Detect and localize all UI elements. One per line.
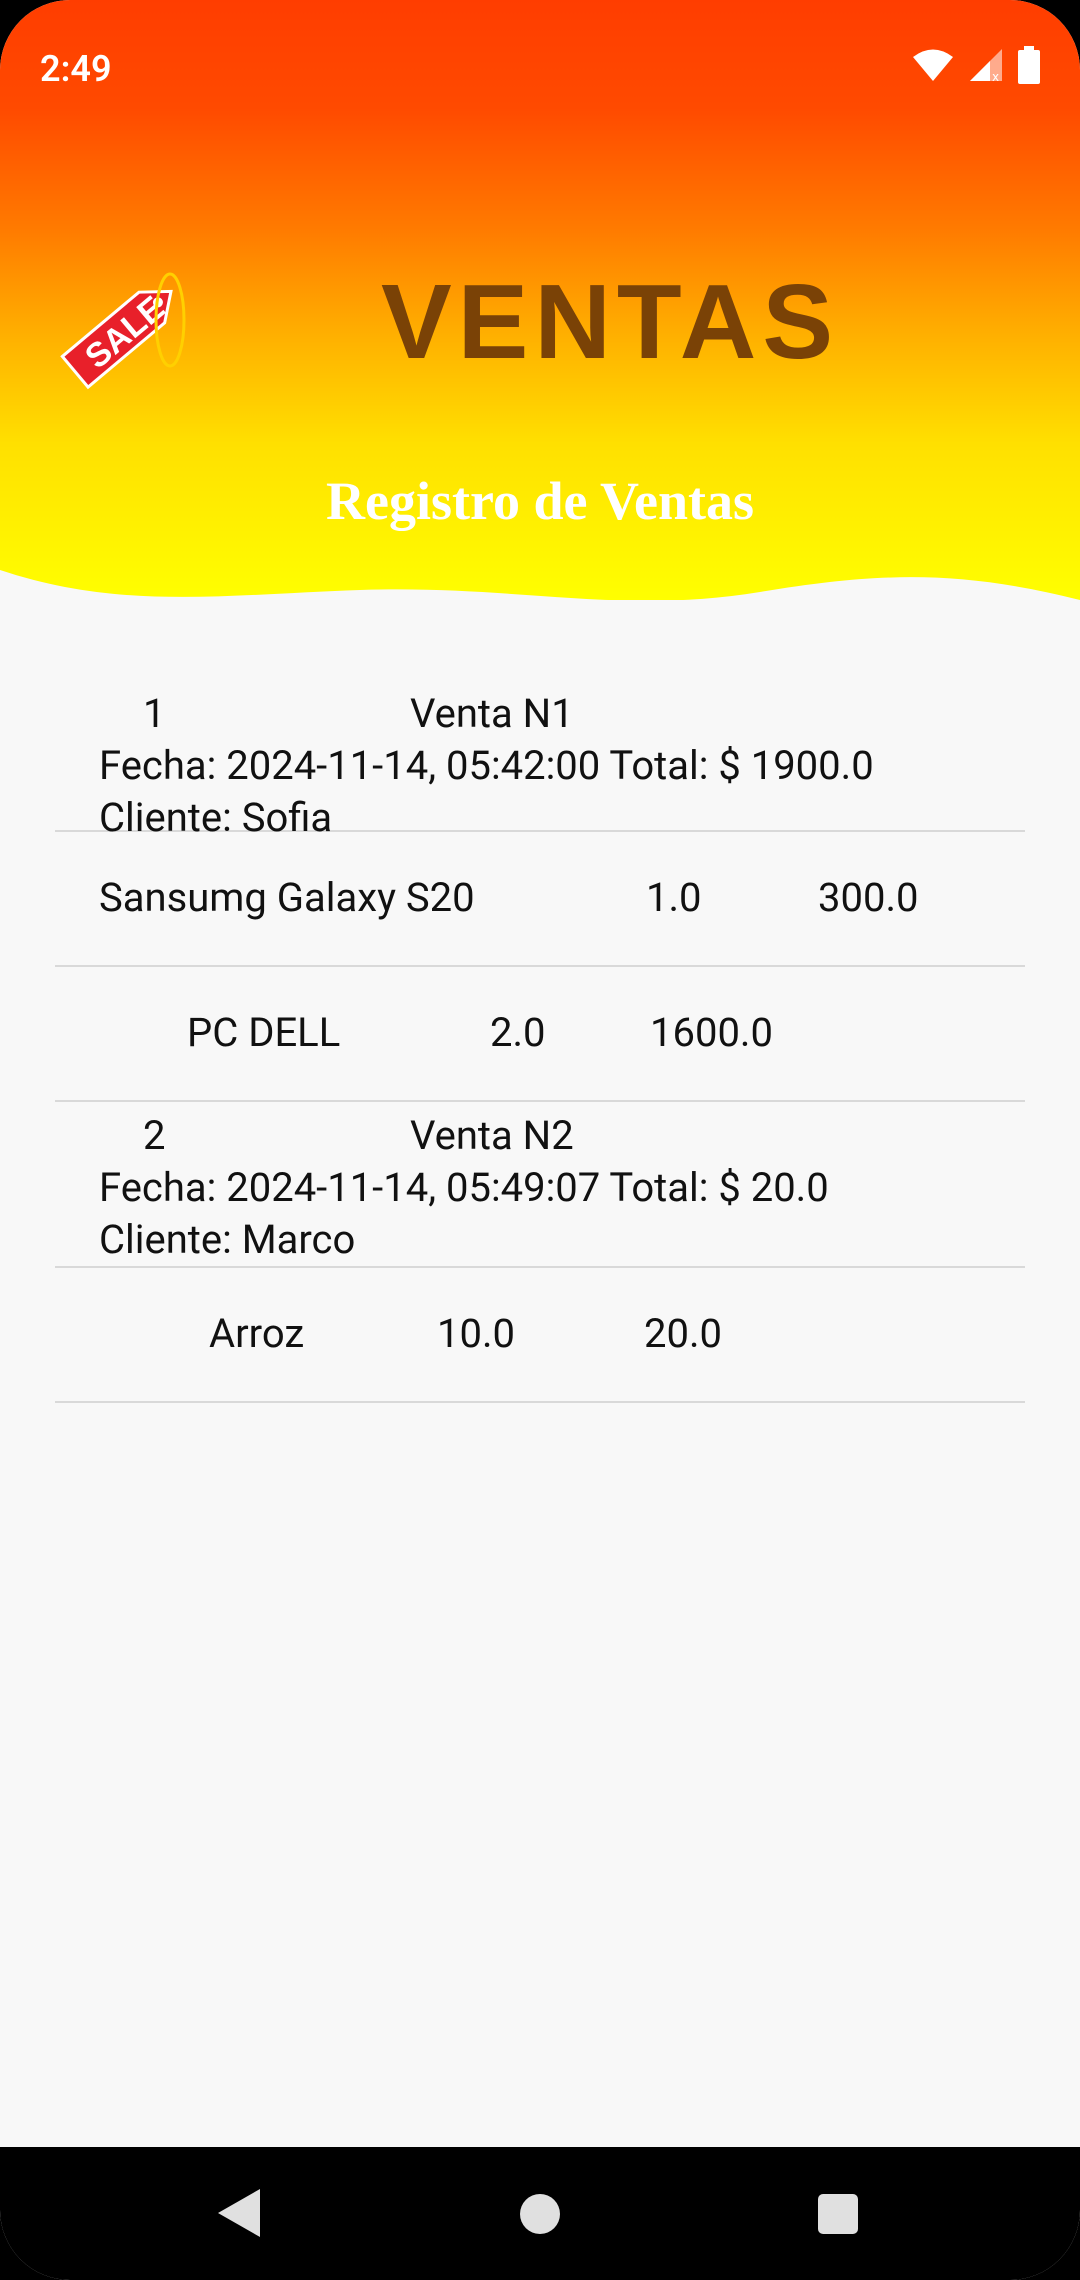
- app-screen: 2:49 x SALE VENTAS Registro de Ventas 1 …: [0, 0, 1080, 2280]
- nav-recents-icon[interactable]: [818, 2194, 858, 2234]
- battery-icon: [1018, 46, 1040, 84]
- item-product: Sansumg Galaxy S20: [99, 874, 475, 921]
- sale-number: 1: [143, 690, 166, 737]
- item-amount: 20.0: [644, 1310, 722, 1357]
- item-product: Arroz: [209, 1310, 305, 1357]
- item-product: PC DELL: [187, 1009, 341, 1056]
- divider: [55, 1401, 1025, 1403]
- nav-back-icon[interactable]: [218, 2189, 260, 2237]
- sales-list: 1 Venta N1 Fecha: 2024-11-14, 05:42:00 T…: [55, 680, 1025, 1403]
- item-quantity: 2.0: [490, 1009, 546, 1056]
- cell-signal-icon: x: [970, 49, 1002, 83]
- item-quantity: 10.0: [437, 1310, 515, 1357]
- sale-header[interactable]: 2 Venta N2 Fecha: 2024-11-14, 05:49:07 T…: [55, 1102, 1025, 1266]
- page-subtitle: Registro de Ventas: [325, 471, 755, 531]
- sale-name: Venta N2: [410, 1112, 574, 1159]
- item-amount: 1600.0: [650, 1009, 773, 1056]
- sale-item-row[interactable]: Arroz 10.0 20.0: [55, 1268, 1025, 1401]
- svg-text:x: x: [992, 70, 999, 83]
- sale-item-row[interactable]: PC DELL 2.0 1600.0: [55, 967, 1025, 1100]
- page-title: VENTAS: [380, 263, 840, 381]
- sale-name: Venta N1: [410, 690, 574, 737]
- navigation-bar: [0, 2147, 1080, 2280]
- status-time: 2:49: [40, 48, 112, 90]
- sale-client: Cliente: Marco: [99, 1216, 356, 1263]
- item-amount: 300.0: [818, 874, 919, 921]
- nav-home-icon[interactable]: [520, 2194, 560, 2234]
- sale-date-total: Fecha: 2024-11-14, 05:49:07 Total: $ 20.…: [99, 1164, 829, 1211]
- header-wave-divider: [0, 570, 1080, 620]
- sale-number: 2: [143, 1112, 166, 1159]
- status-icons: x: [912, 46, 1040, 84]
- item-quantity: 1.0: [646, 874, 702, 921]
- sale-date-total: Fecha: 2024-11-14, 05:42:00 Total: $ 190…: [99, 742, 874, 789]
- sale-item-row[interactable]: Sansumg Galaxy S20 1.0 300.0: [55, 832, 1025, 965]
- sale-header[interactable]: 1 Venta N1 Fecha: 2024-11-14, 05:42:00 T…: [55, 680, 1025, 841]
- wifi-icon: [913, 49, 953, 81]
